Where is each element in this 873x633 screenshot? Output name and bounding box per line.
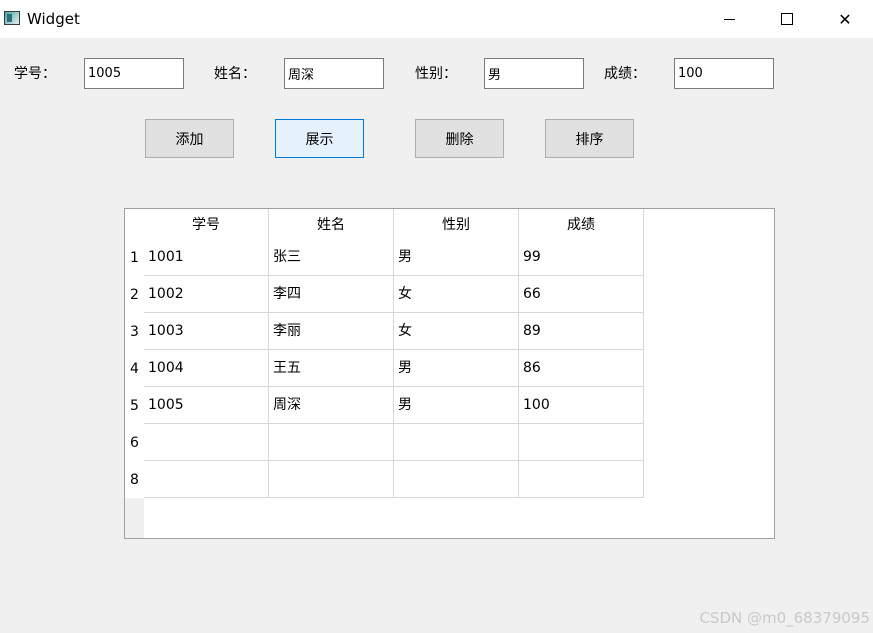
column-header[interactable]: 姓名 [269, 209, 394, 239]
table-corner[interactable] [125, 209, 144, 239]
row-header[interactable]: 8 [125, 461, 144, 498]
table-cell[interactable]: 周深 [269, 387, 394, 424]
table-cell[interactable] [269, 461, 394, 498]
table-cell[interactable] [519, 461, 644, 498]
table-cell[interactable] [519, 424, 644, 461]
table-cell[interactable]: 99 [519, 239, 644, 276]
column-header[interactable]: 性别 [394, 209, 519, 239]
name-input[interactable] [284, 58, 384, 89]
table-cell[interactable]: 男 [394, 239, 519, 276]
table-cell[interactable]: 86 [519, 350, 644, 387]
table-cell[interactable] [144, 424, 269, 461]
table-cell[interactable]: 张三 [269, 239, 394, 276]
table-cell[interactable]: 1001 [144, 239, 269, 276]
score-label: 成绩： [604, 66, 646, 82]
table-cell[interactable]: 女 [394, 313, 519, 350]
gender-label: 性别： [415, 66, 457, 82]
column-header[interactable]: 学号 [144, 209, 269, 239]
show-button[interactable]: 展示 [275, 119, 364, 158]
close-icon: ✕ [838, 9, 852, 29]
row-header[interactable]: 2 [125, 276, 144, 313]
maximize-button[interactable] [758, 0, 816, 38]
table-cell[interactable]: 李丽 [269, 313, 394, 350]
row-header[interactable]: 5 [125, 387, 144, 424]
delete-button[interactable]: 删除 [415, 119, 504, 158]
minimize-icon [723, 18, 735, 20]
close-button[interactable]: ✕ [816, 0, 873, 38]
row-header[interactable]: 1 [125, 239, 144, 276]
table-cell[interactable]: 89 [519, 313, 644, 350]
score-input[interactable] [674, 58, 774, 89]
name-label: 姓名： [214, 66, 256, 82]
table-cell[interactable] [394, 424, 519, 461]
column-header[interactable]: 成绩 [519, 209, 644, 239]
row-header[interactable]: 3 [125, 313, 144, 350]
table-cell[interactable] [394, 461, 519, 498]
id-input[interactable] [84, 58, 184, 89]
table-cell[interactable]: 1004 [144, 350, 269, 387]
title-bar: Widget ✕ [0, 0, 873, 38]
sort-button[interactable]: 排序 [545, 119, 634, 158]
add-button[interactable]: 添加 [145, 119, 234, 158]
table-cell[interactable]: 100 [519, 387, 644, 424]
id-label: 学号： [14, 66, 56, 82]
gender-input[interactable] [484, 58, 584, 89]
table-cell[interactable]: 男 [394, 350, 519, 387]
table-cell[interactable]: 1005 [144, 387, 269, 424]
table-cell[interactable]: 女 [394, 276, 519, 313]
table-cell[interactable] [269, 424, 394, 461]
main-window: Widget ✕ 学号： 姓名： 性别： 成绩： 添加 展示 删除 排序 学号姓… [0, 0, 873, 633]
maximize-icon [781, 13, 793, 25]
watermark: CSDN @m0_68379095 [699, 609, 870, 627]
window-title: Widget [27, 10, 80, 28]
minimize-button[interactable] [700, 0, 758, 38]
app-icon [4, 11, 20, 25]
table-cell[interactable]: 李四 [269, 276, 394, 313]
table-cell[interactable] [144, 461, 269, 498]
row-header[interactable]: 6 [125, 424, 144, 461]
table-cell[interactable]: 66 [519, 276, 644, 313]
table-cell[interactable]: 1003 [144, 313, 269, 350]
table-cell[interactable]: 男 [394, 387, 519, 424]
table-cell[interactable]: 王五 [269, 350, 394, 387]
table-cell[interactable]: 1002 [144, 276, 269, 313]
row-header[interactable]: 4 [125, 350, 144, 387]
student-table[interactable]: 学号 姓名 性别 成绩 1 1001 张三男 99 2 1002 李四女 66 3 1003 李丽女 89 4 1… [124, 208, 775, 539]
